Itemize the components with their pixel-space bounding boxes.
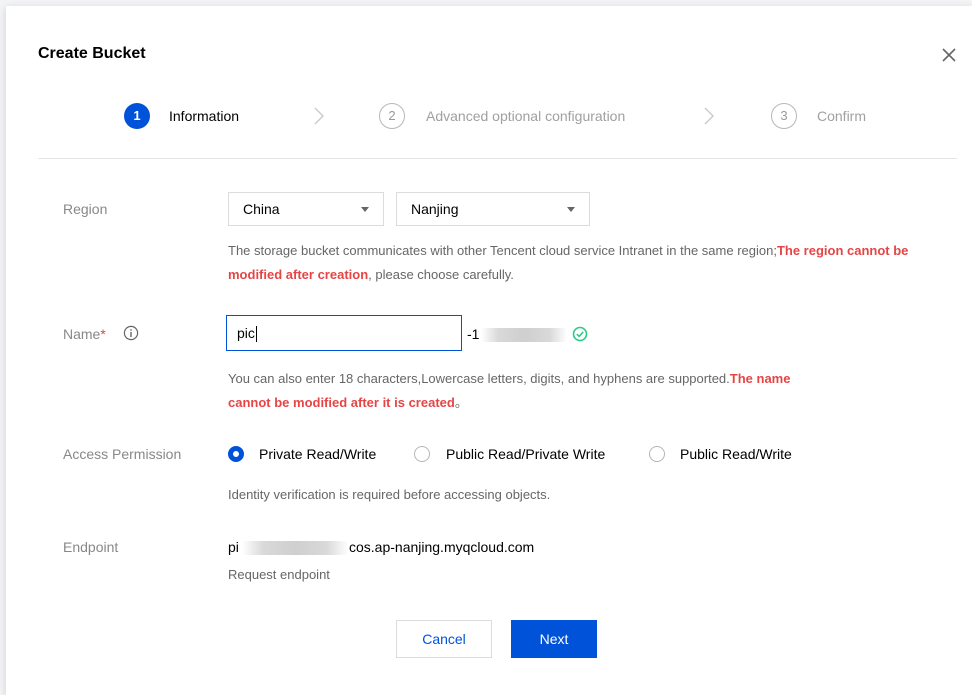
bucket-name-input[interactable]: pic <box>226 315 462 351</box>
name-hint: You can also enter 18 characters,Lowerca… <box>228 367 948 415</box>
caret-down-icon <box>361 207 369 212</box>
name-hint-warning-1: The name <box>729 371 791 386</box>
check-circle-icon <box>572 326 588 342</box>
radio-public-read-write[interactable] <box>649 446 665 462</box>
endpoint-redacted <box>242 541 348 555</box>
chevron-right-icon <box>704 107 714 125</box>
endpoint-sub: Request endpoint <box>228 567 330 582</box>
region-hint: The storage bucket communicates with oth… <box>228 239 928 287</box>
caret-down-icon <box>567 207 575 212</box>
region-hint-text-tail: , please choose carefully. <box>368 267 514 282</box>
region-city-value: Nanjing <box>411 201 459 217</box>
step-2-number: 2 <box>379 103 405 129</box>
region-country-select[interactable]: China <box>228 192 384 226</box>
cancel-button[interactable]: Cancel <box>396 620 492 658</box>
radio-label-public-read-write[interactable]: Public Read/Write <box>680 446 792 462</box>
radio-label-private-read-write[interactable]: Private Read/Write <box>259 446 376 462</box>
info-icon[interactable] <box>123 325 139 341</box>
name-hint-tail: 。 <box>454 395 468 410</box>
endpoint-prefix: pi <box>228 539 239 555</box>
access-permission-label: Access Permission <box>63 446 182 462</box>
text-caret <box>255 326 257 343</box>
radio-public-read-private-write[interactable] <box>414 446 430 462</box>
name-hint-warning-2: cannot be modified after it is created <box>228 395 455 410</box>
appid-suffix: -1 <box>467 326 480 342</box>
radio-label-public-read-private-write[interactable]: Public Read/Private Write <box>446 446 605 462</box>
access-hint: Identity verification is required before… <box>228 487 551 502</box>
create-bucket-dialog: Create Bucket 1 Information 2 Advanced o… <box>6 6 972 695</box>
header-divider <box>38 158 957 159</box>
stepper: 1 Information 2 Advanced optional config… <box>6 6 972 156</box>
step-3-label: Confirm <box>817 108 867 124</box>
endpoint-domain: cos.ap-nanjing.myqcloud.com <box>349 539 535 555</box>
required-mark: * <box>100 326 106 342</box>
appid-redacted <box>481 328 567 342</box>
bucket-name-value: pic <box>237 325 255 341</box>
name-label: Name* <box>63 326 106 342</box>
region-city-select[interactable]: Nanjing <box>396 192 590 226</box>
chevron-right-icon <box>314 107 324 125</box>
endpoint-label: Endpoint <box>63 539 119 555</box>
name-label-text: Name <box>63 326 101 342</box>
radio-private-read-write[interactable] <box>228 446 244 462</box>
step-1-number: 1 <box>124 103 150 129</box>
step-1-label: Information <box>169 108 240 124</box>
name-hint-text: You can also enter 18 characters,Lowerca… <box>228 371 730 386</box>
step-2-label: Advanced optional configuration <box>426 108 626 124</box>
region-label: Region <box>63 201 108 217</box>
next-button[interactable]: Next <box>511 620 597 658</box>
region-country-value: China <box>243 201 280 217</box>
step-3-number: 3 <box>771 103 797 129</box>
region-hint-text: The storage bucket communicates with oth… <box>228 243 777 258</box>
